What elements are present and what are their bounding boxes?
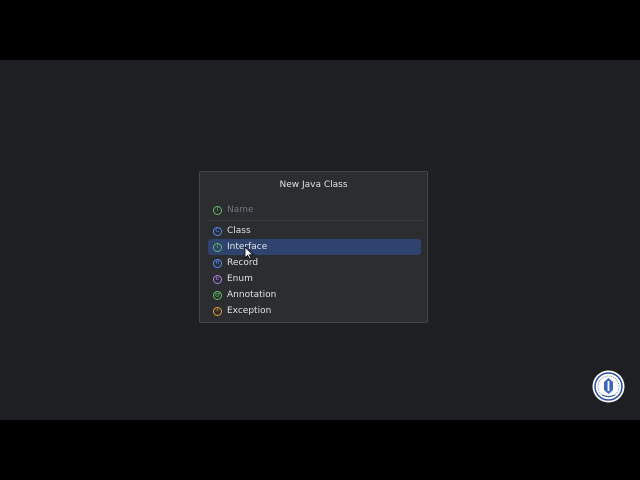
class-icon: C: [213, 226, 222, 236]
list-item-interface[interactable]: I Interface: [208, 239, 421, 255]
interface-icon: I: [213, 205, 222, 215]
list-item-label: Enum: [227, 274, 253, 284]
list-item-annotation[interactable]: @ Annotation: [208, 287, 421, 303]
interface-icon: I: [213, 242, 222, 252]
university-seal-logo: [592, 370, 625, 403]
list-item-exception[interactable]: ⚡ Exception: [208, 303, 421, 319]
name-row: I: [213, 202, 423, 218]
list-item-label: Class: [227, 226, 251, 236]
record-icon: R: [213, 258, 222, 268]
list-item-label: Annotation: [227, 290, 277, 300]
class-name-input[interactable]: [227, 203, 407, 217]
exception-icon: ⚡: [213, 306, 222, 316]
annotation-icon: @: [213, 290, 222, 300]
divider: [208, 220, 423, 221]
list-item-record[interactable]: R Record: [208, 255, 421, 271]
class-kind-list: C Class I Interface R Record E Enum @ An…: [208, 223, 421, 319]
enum-icon: E: [213, 274, 222, 284]
new-java-class-dialog: New Java Class I C Class I Interface R R…: [199, 171, 428, 323]
dialog-title: New Java Class: [279, 180, 348, 190]
list-item-label: Exception: [227, 306, 272, 316]
list-item-enum[interactable]: E Enum: [208, 271, 421, 287]
mouse-pointer-icon: [244, 246, 254, 260]
list-item-class[interactable]: C Class: [208, 223, 421, 239]
